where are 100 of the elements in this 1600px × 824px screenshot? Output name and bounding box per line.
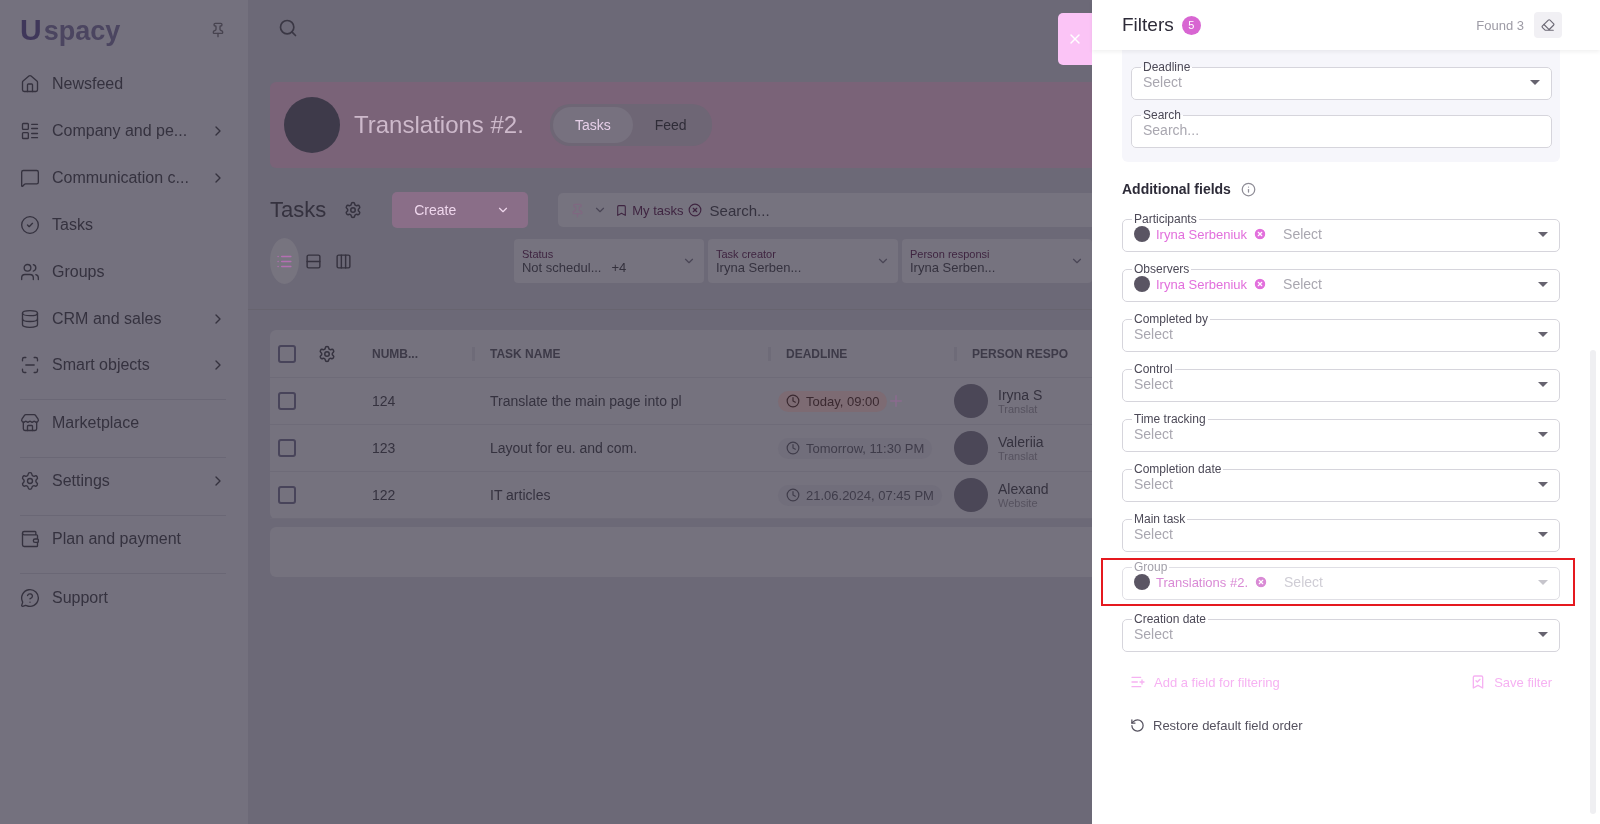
field-label: Group [1133,560,1169,574]
nav-item[interactable]: Settings [20,458,226,516]
pin-icon[interactable] [210,22,226,38]
caret-icon [1530,79,1540,85]
select-field[interactable]: Creation date Select [1122,612,1560,652]
restore-link[interactable]: Restore default field order [1122,718,1560,733]
search-placeholder: Search... [709,201,770,219]
search-field[interactable]: My tasks Search... [558,193,1092,227]
filter-value: Iryna Serben... [716,259,802,275]
nav-icon [20,529,40,549]
select-field[interactable]: Completion date Select [1122,462,1560,502]
nav-item[interactable]: Newsfeed [20,60,226,107]
nav-item[interactable]: Marketplace [20,400,226,458]
quick-filter[interactable]: Status Not schedul... +4 [514,239,704,283]
count-badge: 5 [1181,15,1201,35]
search-field[interactable]: Search Search... [1131,108,1552,148]
person-name: Iryna S [998,387,1043,403]
select-field[interactable]: Participants Iryna Serbeniuk Select [1122,212,1560,252]
select-field[interactable]: Observers Iryna Serbeniuk Select [1122,262,1560,302]
select-field[interactable]: Deadline Select [1131,60,1552,100]
placeholder-text: Select [1134,326,1173,342]
field-label: Completed by [1133,312,1210,326]
tab[interactable]: Tasks [552,107,633,143]
column-header: TASK NAME [472,346,768,361]
nav-icon [20,73,40,94]
group-avatar [284,97,340,153]
field-label: Completion date [1133,462,1223,476]
caret-icon [1538,331,1548,337]
avatar-icon [1134,226,1150,242]
nav-item[interactable]: Plan and payment [20,516,226,574]
caret-icon [1538,481,1548,487]
nav-icon [20,355,40,375]
create-button[interactable]: Create [392,192,529,228]
checkbox[interactable] [278,486,296,504]
view-icon [334,252,352,270]
checkbox[interactable] [278,392,296,410]
table-cell-text: 124 [372,393,397,409]
select-field[interactable]: Time tracking Select [1122,412,1560,452]
nav-icon [20,308,40,329]
group-title: Translations #2. [354,111,524,139]
selected-value: Translations #2. [1156,574,1248,590]
avatar-icon [1134,276,1150,292]
filter-value: Iryna Serben... [910,259,996,275]
table-cell-text: Layout for eu. and com. [489,440,639,456]
search-icon[interactable] [278,18,298,38]
found-count: Found 3 [1476,17,1524,33]
nav-icon [20,413,40,433]
filter-label: My tasks [632,202,684,218]
nav-item[interactable]: Tasks [20,201,226,248]
deadline-pill[interactable]: Today, 09:00 [778,390,888,412]
placeholder-text: Select [1134,626,1173,642]
nav-item[interactable]: Groups [20,248,226,295]
field-label: Participants [1133,212,1198,226]
nav-item[interactable]: CRM and sales [20,295,226,342]
caret-icon [1538,631,1548,637]
selected-value: Iryna Serbeniuk [1156,276,1248,292]
field-label: Creation date [1133,612,1208,626]
checkbox[interactable] [278,344,296,363]
nav-item[interactable]: Company and pe... [20,107,226,154]
add-field-link[interactable]: Add a field for filtering [1130,674,1280,690]
placeholder-text: Select [1143,74,1182,90]
person-avatar [954,431,988,465]
person-name: Alexand [998,481,1049,497]
settings-icon[interactable] [318,344,336,363]
settings-icon[interactable] [344,201,363,219]
info-icon[interactable] [1240,181,1256,197]
nav-icon [20,471,40,491]
field-label: Deadline [1142,60,1192,74]
caret-icon [1538,431,1548,437]
view-button[interactable] [270,238,300,284]
placeholder-text: Select [1134,376,1173,392]
nav-item[interactable]: Support [20,574,226,621]
clear-button[interactable] [1534,12,1562,38]
select-field[interactable]: Control Select [1122,362,1560,402]
filter-value: Not schedul... +4 [522,259,627,275]
field-label: Observers [1133,262,1191,276]
field-label: Time tracking [1133,412,1207,426]
remove-icon[interactable] [687,203,702,217]
filter-label: Task creator [716,247,777,260]
select-field[interactable]: Completed by Select [1122,312,1560,352]
placeholder-text: Select [1134,476,1173,492]
caret-icon [1538,381,1548,387]
placeholder-text: Select [1134,426,1173,442]
clock-icon [786,488,800,502]
quick-filter[interactable]: Person responsi Iryna Serben... [902,239,1092,283]
list-plus-icon [1130,674,1146,690]
field-label: Search [1142,108,1183,122]
quick-filter[interactable]: Task creator Iryna Serben... [708,239,898,283]
nav-item[interactable]: Communication c... [20,154,226,201]
close-button[interactable] [1058,13,1092,65]
caret-icon [1538,231,1548,237]
nav-icon [20,167,40,188]
clock-icon [786,394,800,408]
nav-item[interactable]: Smart objects [20,342,226,400]
field-label: Main task [1133,512,1187,526]
save-filter-link[interactable]: Save filter [1470,674,1552,690]
column-header: NUMB... [372,346,419,361]
checkbox[interactable] [278,439,296,457]
select-field[interactable]: Main task Select [1122,512,1560,552]
tab[interactable]: Feed [632,107,709,143]
